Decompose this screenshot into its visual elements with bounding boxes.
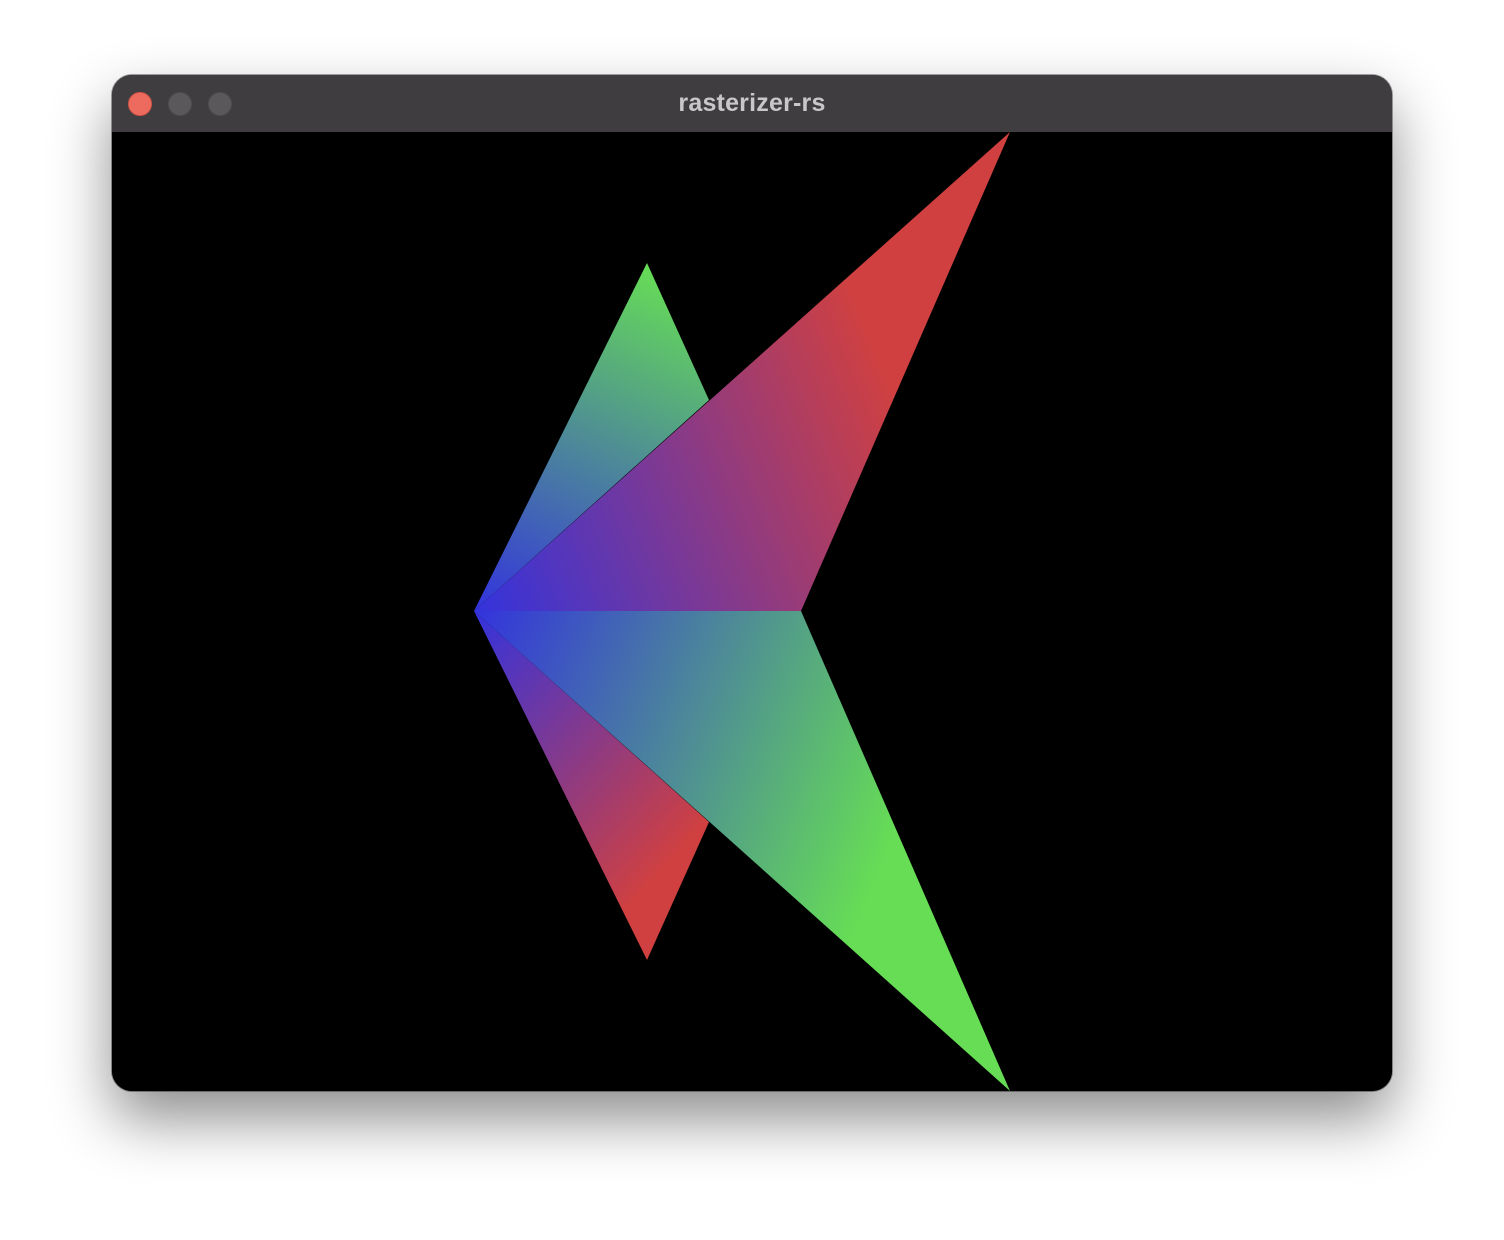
front-lower-triangle: [474, 611, 1010, 1091]
window-title: rasterizer-rs: [678, 89, 826, 117]
title-bar[interactable]: rasterizer-rs: [112, 75, 1392, 133]
front-upper-triangle: [474, 132, 1010, 611]
render-canvas: [112, 132, 1392, 1091]
app-window: rasterizer-rs: [112, 75, 1392, 1091]
rasterized-triangles: [474, 132, 1010, 1091]
